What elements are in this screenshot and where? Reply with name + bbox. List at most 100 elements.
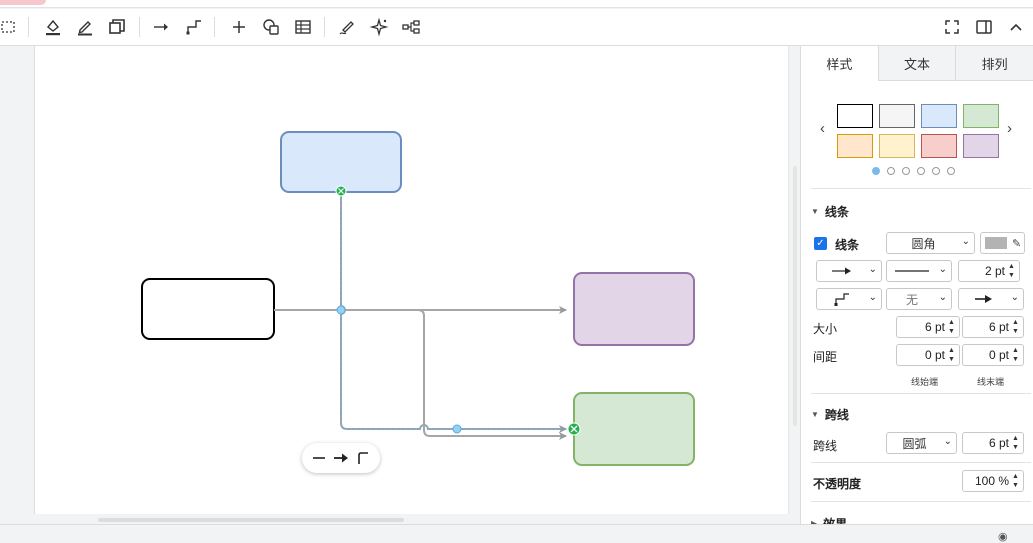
orthogonal-edge-icon[interactable] [353, 448, 373, 468]
spinner-arrows-icon[interactable]: ▲ ▼ [1012, 434, 1021, 452]
line-width-input[interactable]: 2 pt ▲ ▼ [958, 260, 1020, 282]
jump-section-header[interactable]: ▼ 跨线 [811, 406, 849, 423]
spinner-arrows-icon[interactable]: ▲ ▼ [948, 318, 957, 336]
shapes-icon[interactable] [258, 15, 284, 39]
spinner-arrows-icon[interactable]: ▲ ▼ [1012, 318, 1021, 336]
format-panel-icon[interactable] [971, 15, 997, 39]
chevron-down-icon: ⌄ [961, 236, 970, 247]
effects-section-header[interactable]: ▶ 效果 [811, 515, 847, 524]
chevron-down-icon: ⌄ [868, 264, 877, 275]
start-spacing-value: 0 pt [924, 348, 945, 362]
orthogonal-waypoint-icon [834, 293, 849, 306]
chevron-down-icon: ⌄ [868, 292, 877, 303]
line-start-select[interactable]: 无 ⌄ [886, 288, 952, 310]
chevron-down-icon: ⌄ [943, 436, 952, 447]
swatch-page-dots [872, 167, 955, 175]
line-checkbox[interactable]: ✓ [814, 237, 827, 250]
line-color-picker[interactable]: ✎ [980, 232, 1025, 254]
fill-color-icon[interactable] [40, 15, 66, 39]
waypoints-icon[interactable] [181, 15, 207, 39]
page-dot[interactable] [947, 167, 955, 175]
divider [811, 501, 1031, 502]
line-section-title: 线条 [824, 205, 849, 219]
format-tabs: 样式 文本 排列 [801, 46, 1033, 81]
line-color-icon[interactable] [72, 15, 98, 39]
divider [811, 188, 1031, 189]
line-section-header[interactable]: ▼ 线条 [811, 203, 849, 220]
layout-icon[interactable] [398, 15, 424, 39]
arrow-edge-icon[interactable] [331, 448, 351, 468]
page-dot[interactable] [887, 167, 895, 175]
select-icon[interactable] [0, 15, 22, 39]
page-dot[interactable] [932, 167, 940, 175]
edge-waypoint-handle[interactable] [452, 424, 462, 434]
swatch-prev-icon[interactable]: ‹ [820, 120, 825, 137]
blue-box[interactable] [280, 131, 402, 193]
page-dot[interactable] [872, 167, 880, 175]
page-dot[interactable] [917, 167, 925, 175]
tab-text[interactable]: 文本 [877, 46, 956, 81]
white-box[interactable] [141, 278, 275, 340]
toolbar-separator [324, 17, 325, 37]
opacity-value: 100 % [974, 474, 1009, 488]
start-size-input[interactable]: 6 pt ▲ ▼ [896, 316, 960, 338]
style-swatch[interactable] [837, 104, 873, 128]
end-spacing-input[interactable]: 0 pt ▲ ▼ [962, 344, 1024, 366]
connector-white-to-green[interactable] [274, 309, 567, 440]
spinner-arrows-icon[interactable]: ▲ ▼ [1012, 472, 1021, 490]
feedback-icon[interactable]: ◉ [998, 530, 1008, 543]
ai-sparkle-icon[interactable] [366, 15, 392, 39]
edge-style-toolbar [302, 443, 380, 473]
end-size-input[interactable]: 6 pt ▲ ▼ [962, 316, 1024, 338]
edge-waypoint-handle[interactable] [336, 305, 346, 315]
divider [811, 462, 1031, 463]
style-swatch[interactable] [879, 134, 915, 158]
jump-style-select[interactable]: 圆弧 ⌄ [886, 432, 957, 454]
diagram-canvas[interactable] [0, 46, 799, 524]
purple-box[interactable] [573, 272, 695, 346]
opacity-input[interactable]: 100 % ▲ ▼ [962, 470, 1024, 492]
spinner-arrows-icon[interactable]: ▲ ▼ [1012, 346, 1021, 364]
line-start-value: 无 [905, 292, 918, 307]
swatch-next-icon[interactable]: › [1007, 120, 1012, 137]
shadow-icon[interactable] [104, 15, 130, 39]
corner-style-select[interactable]: 圆角 ⌄ [886, 232, 975, 254]
waypoint-type-select[interactable]: ⌄ [816, 288, 882, 310]
connection-icon[interactable] [148, 15, 174, 39]
tab-arrange[interactable]: 排列 [955, 46, 1033, 81]
start-size-value: 6 pt [924, 320, 945, 334]
insert-icon[interactable] [226, 15, 252, 39]
line-color-swatch [985, 237, 1007, 249]
chevron-down-icon: ⌄ [938, 292, 947, 303]
eyedropper-icon[interactable]: ✎ [1012, 237, 1021, 250]
table-icon[interactable] [290, 15, 316, 39]
status-bar [0, 524, 1033, 543]
style-swatch[interactable] [921, 104, 957, 128]
jump-size-input[interactable]: 6 pt ▲ ▼ [962, 432, 1024, 454]
line-start-caption: 线始端 [911, 377, 939, 387]
jump-size-value: 6 pt [988, 436, 1009, 450]
start-spacing-input[interactable]: 0 pt ▲ ▼ [896, 344, 960, 366]
spacing-label: 间距 [813, 350, 838, 364]
spinner-arrows-icon[interactable]: ▲ ▼ [948, 346, 957, 364]
style-swatch[interactable] [837, 134, 873, 158]
straight-edge-icon[interactable] [309, 448, 329, 468]
green-box[interactable] [573, 392, 695, 466]
style-swatch[interactable] [963, 104, 999, 128]
line-pattern-select[interactable]: ⌄ [886, 260, 952, 282]
line-end-select[interactable]: ⌄ [958, 288, 1024, 310]
style-swatch[interactable] [921, 134, 957, 158]
spinner-arrows-icon[interactable]: ▲ ▼ [1008, 262, 1017, 280]
tab-style[interactable]: 样式 [801, 46, 878, 81]
chevron-down-icon: ⌄ [938, 264, 947, 275]
freehand-icon[interactable] [334, 15, 360, 39]
connector-type-select[interactable]: ⌄ [816, 260, 882, 282]
toolbar-separator [214, 17, 215, 37]
style-swatches [837, 104, 1002, 158]
page-dot[interactable] [902, 167, 910, 175]
fullscreen-icon[interactable] [939, 15, 965, 39]
arrow-line-icon [832, 267, 851, 275]
style-swatch[interactable] [963, 134, 999, 158]
style-swatch[interactable] [879, 104, 915, 128]
collapse-icon[interactable] [1003, 15, 1029, 39]
